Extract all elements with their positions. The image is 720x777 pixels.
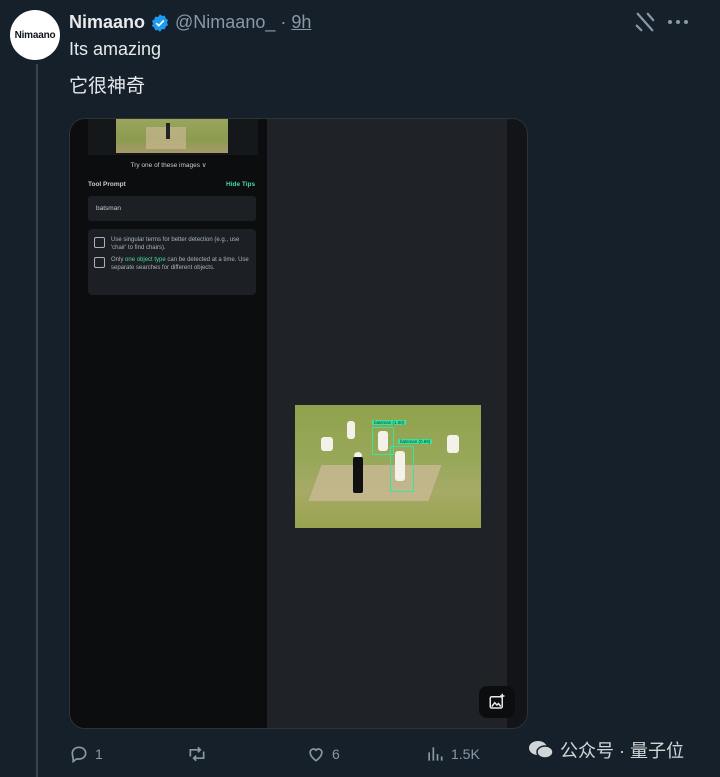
reply-icon: [71, 746, 87, 764]
image-sparkle-icon: [489, 693, 505, 709]
tweet-header: Nimaano @Nimaano_ · 9h: [69, 12, 311, 33]
tip-1: Use singular terms for better detection …: [94, 236, 250, 252]
tip-2-text: Only one object type can be detected at …: [111, 257, 249, 271]
tips-box: Use singular terms for better detection …: [88, 229, 256, 295]
tweet-text-line1: Its amazing: [69, 39, 162, 59]
separator-dot: ·: [280, 12, 287, 32]
like-count: 6: [332, 746, 340, 762]
author-name[interactable]: Nimaano: [69, 12, 145, 33]
views-icon: [428, 747, 443, 761]
views-button[interactable]: 1.5K: [425, 744, 480, 764]
detection-label-2: batsman (0.69): [398, 439, 433, 444]
avatar[interactable]: Nimaano: [10, 10, 60, 60]
tweet-text-line2: 它很神奇: [69, 76, 146, 97]
prompt-input: batsman: [88, 196, 256, 221]
image-icon[interactable]: [479, 686, 515, 718]
reply-button[interactable]: 1: [69, 744, 103, 764]
watermark: 公众号 · 量子位: [528, 737, 684, 763]
tip-1-text: Use singular terms for better detection …: [111, 237, 240, 251]
detection-box-2: [390, 446, 414, 492]
thumbnail-image: [116, 119, 228, 153]
info-icon: [94, 257, 105, 268]
try-images-link: Try one of these images ∨: [130, 162, 207, 169]
tool-prompt-label: Tool Prompt: [88, 181, 126, 188]
cricket-detection-image: batsman (1.00) batsman (0.69): [295, 405, 481, 528]
watermark-text: 公众号 · 量子位: [560, 741, 684, 761]
verified-badge-icon: [152, 13, 169, 32]
repost-button[interactable]: [187, 744, 213, 764]
more-icon[interactable]: [666, 12, 690, 32]
tweet-media[interactable]: Try one of these images ∨ Tool Prompt Hi…: [69, 118, 528, 729]
lightbulb-icon: [94, 237, 105, 248]
tip-2: Only one object type can be detected at …: [94, 256, 250, 272]
author-handle[interactable]: @Nimaano_: [175, 12, 275, 33]
timestamp[interactable]: 9h: [291, 12, 311, 33]
avatar-text: Nimaano: [14, 29, 56, 41]
like-button[interactable]: 6: [306, 744, 340, 764]
views-count: 1.5K: [451, 746, 480, 762]
hide-tips-link: Hide Tips: [226, 181, 256, 188]
thread-line: [36, 64, 38, 777]
like-icon: [309, 748, 323, 762]
reply-count: 1: [95, 746, 103, 762]
wechat-icon: [529, 741, 554, 759]
repost-icon: [189, 746, 205, 762]
media-left-panel: Try one of these images ∨ Tool Prompt Hi…: [70, 119, 267, 728]
grok-icon[interactable]: [634, 11, 656, 33]
detection-label-1: batsman (1.00): [372, 420, 407, 425]
media-scroll-track: [507, 119, 527, 728]
